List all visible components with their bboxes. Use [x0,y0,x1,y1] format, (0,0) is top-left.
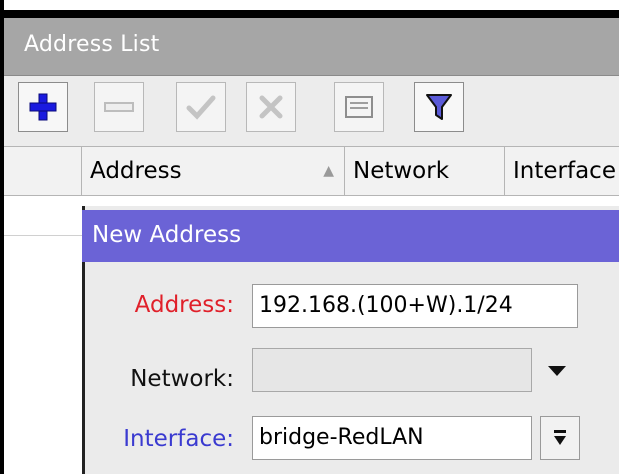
filter-button[interactable] [414,82,464,132]
column-header-interface[interactable]: Interface [505,147,619,195]
remove-button[interactable] [94,82,144,132]
window-titlebar[interactable]: Address List [4,18,619,76]
column-label-network: Network [353,158,450,184]
column-label-interface: Interface [513,158,616,184]
column-header-select[interactable] [4,147,82,195]
top-margin [0,0,619,10]
interface-dropdown-button[interactable] [540,416,580,460]
enable-icon [186,95,216,120]
address-label: Address: [134,292,234,318]
add-icon [29,93,57,121]
interface-field[interactable]: bridge-RedLAN [252,416,532,460]
column-header-address[interactable]: Address ▲ [82,147,345,195]
table-row[interactable] [4,196,84,236]
network-label: Network: [130,366,234,392]
window-title: Address List [24,32,160,57]
add-button[interactable] [18,82,68,132]
address-field[interactable]: 192.168.(100+W).1/24 [252,284,578,328]
table-header: Address ▲ Network Interface [4,146,619,196]
column-header-network[interactable]: Network [345,147,505,195]
column-label-address: Address [90,158,182,184]
enable-button[interactable] [176,82,226,132]
interface-label: Interface: [123,426,234,452]
dialog-titlebar[interactable]: New Address [82,210,619,262]
disable-icon [259,95,283,119]
network-field[interactable] [252,348,532,392]
disable-button[interactable] [246,82,296,132]
remove-icon [104,102,134,112]
dialog-title: New Address [92,222,242,248]
filter-icon [426,94,452,120]
network-dropdown-arrow-icon[interactable] [548,366,566,376]
comment-icon [345,96,373,118]
comment-button[interactable] [334,82,384,132]
sort-ascending-icon: ▲ [323,163,334,179]
chevron-down-icon [554,430,566,445]
